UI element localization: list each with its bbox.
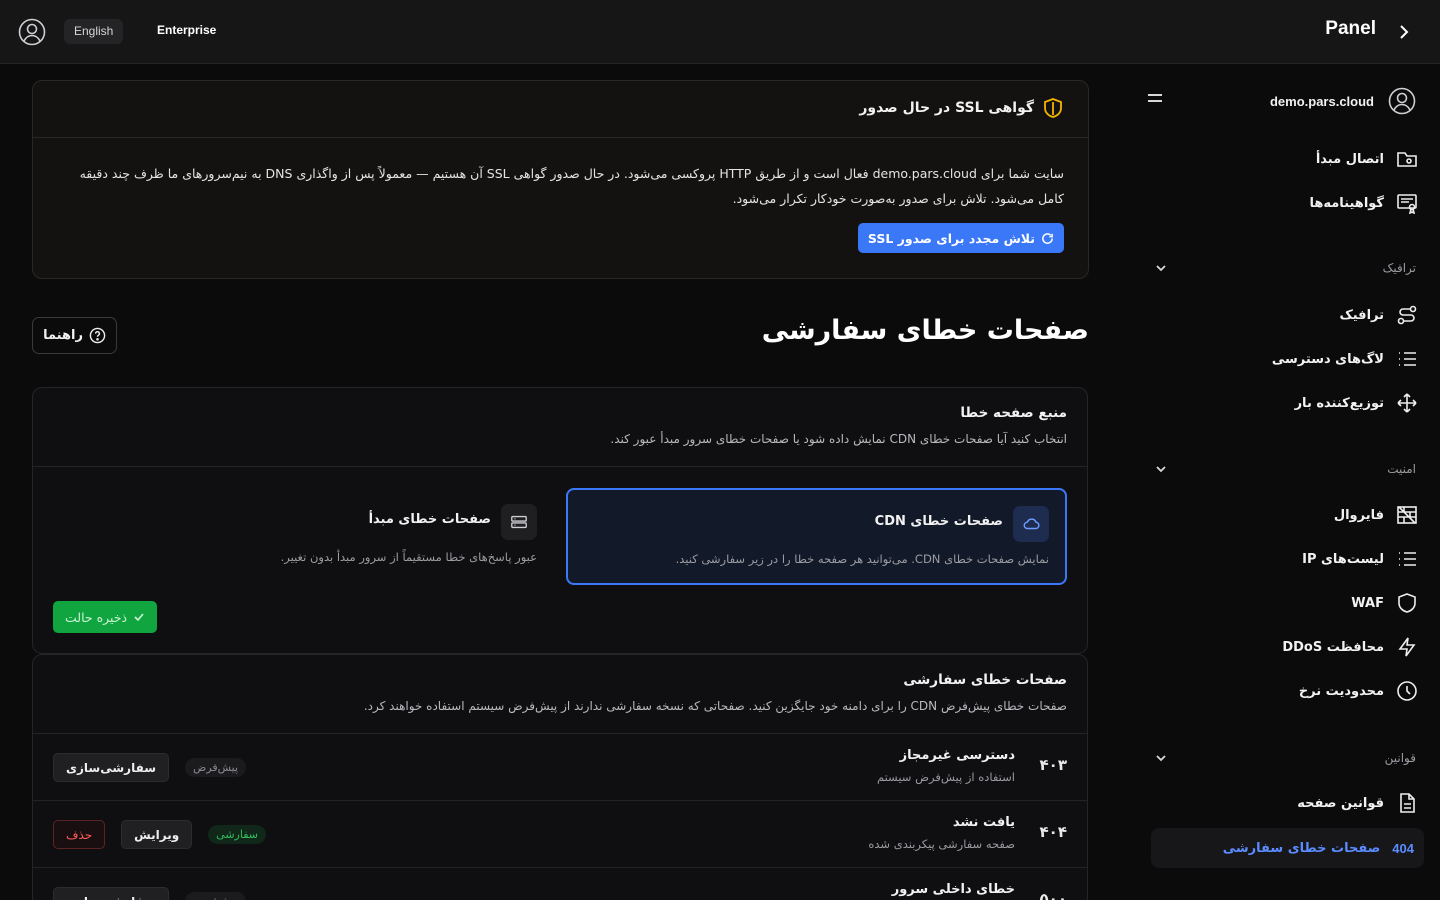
option-cdn-error-pages[interactable]: صفحات خطای CDN نمایش صفحات خطای CDN. می‌… — [566, 488, 1067, 585]
sidebar: demo.pars.cloud اتصال مبدأ گواهینامه‌ها … — [1140, 65, 1440, 900]
error-status: استفاده از پیش‌فرض سیستم — [876, 770, 1015, 784]
bolt-icon — [1398, 637, 1416, 657]
firewall-icon — [1397, 506, 1417, 524]
list-icon — [1399, 352, 1416, 366]
error-code-icon: 404 — [1392, 840, 1414, 856]
customize-button[interactable]: سفارشی‌سازی — [53, 887, 170, 900]
error-code: ۵۰۰ — [1039, 890, 1067, 900]
shield-icon — [1398, 593, 1416, 613]
user-circle-icon — [1388, 87, 1416, 115]
page-title: صفحات خطای سفارشی — [761, 315, 1089, 346]
card-title: صفحات خطای سفارشی — [903, 672, 1067, 688]
chevron-down-icon — [1156, 755, 1166, 762]
sidebar-item-traffic[interactable]: ترافیک — [1339, 301, 1418, 329]
language-switch[interactable]: English — [64, 19, 124, 44]
row-actions: حذف ویرایش سفارشی — [53, 820, 267, 849]
user-account-icon[interactable] — [18, 18, 46, 46]
sidebar-item-rate-limit[interactable]: محدودیت نرخ — [1299, 677, 1418, 705]
status-badge: پیش‌فرض — [185, 892, 247, 900]
server-icon — [501, 504, 537, 540]
row-actions: سفارشی‌سازی پیش‌فرض — [53, 753, 247, 782]
route-icon — [1397, 305, 1417, 325]
error-name: یافت نشد — [952, 815, 1015, 830]
check-icon — [134, 613, 144, 622]
chevron-down-icon — [1156, 265, 1166, 272]
sidebar-item-firewall[interactable]: فایروال — [1334, 501, 1418, 529]
sidebar-section-rules[interactable]: قوانین — [1154, 751, 1416, 765]
certificate-icon — [1397, 194, 1417, 214]
domain-selector[interactable]: demo.pars.cloud — [1270, 87, 1416, 115]
folder-link-icon — [1397, 152, 1417, 167]
error-name: خطای داخلی سرور — [891, 882, 1015, 897]
clock-icon — [1397, 681, 1417, 701]
refresh-icon — [1042, 232, 1053, 244]
edit-button[interactable]: ویرایش — [121, 820, 193, 849]
sidebar-item-custom-error-pages[interactable]: 404 صفحات خطای سفارشی — [1151, 828, 1424, 868]
ssl-notice-title: گواهی SSL در حال صدور — [859, 100, 1034, 116]
retry-ssl-button[interactable]: تلاش مجدد برای صدور SSL — [857, 223, 1064, 253]
domain-name: demo.pars.cloud — [1269, 93, 1374, 109]
shield-icon — [1044, 98, 1062, 118]
error-status: صفحه سفارشی پیکربندی شده — [868, 837, 1015, 851]
status-badge: پیش‌فرض — [185, 758, 247, 777]
custom-error-pages-card: صفحات خطای سفارشی صفحات خطای پیش‌فرض CDN… — [32, 654, 1088, 900]
sidebar-item-access-logs[interactable]: لاگ‌های دسترسی — [1272, 345, 1418, 373]
error-code: ۴۰۴ — [1039, 823, 1067, 841]
row-actions: سفارشی‌سازی پیش‌فرض — [53, 887, 247, 900]
load-balancer-icon — [1397, 393, 1417, 413]
sidebar-item-waf[interactable]: WAF — [1351, 589, 1418, 617]
sidebar-item-ip-lists[interactable]: لیست‌های IP — [1302, 545, 1418, 573]
ssl-notice-header: گواهی SSL در حال صدور — [859, 97, 1064, 119]
customize-button[interactable]: سفارشی‌سازی — [53, 753, 170, 782]
top-bar: English Enterprise Panel — [0, 0, 1440, 64]
cloud-icon — [1013, 506, 1049, 542]
document-icon — [1400, 793, 1415, 813]
table-row: ۴۰۴ یافت نشد صفحه سفارشی پیکربندی شده حذ… — [33, 800, 1087, 867]
table-row: ۵۰۰ خطای داخلی سرور سفارشی‌سازی پیش‌فرض — [33, 867, 1087, 900]
sidebar-item-origin[interactable]: اتصال مبدأ — [1316, 145, 1418, 173]
divider — [33, 466, 1087, 467]
sidebar-section-traffic[interactable]: ترافیک — [1154, 261, 1416, 275]
card-subtitle: صفحات خطای پیش‌فرض CDN را برای دامنه خود… — [363, 699, 1067, 713]
help-circle-icon — [89, 327, 106, 344]
brand-title[interactable]: Panel — [1325, 18, 1376, 40]
ssl-notice-card: گواهی SSL در حال صدور سایت شما برای demo… — [32, 80, 1089, 279]
list-icon — [1399, 552, 1416, 566]
help-button[interactable]: راهنما — [32, 317, 117, 354]
menu-toggle-icon[interactable] — [1146, 91, 1164, 105]
sidebar-section-security[interactable]: امنیت — [1154, 462, 1416, 476]
sidebar-item-certificates[interactable]: گواهینامه‌ها — [1309, 189, 1418, 217]
option-origin-error-pages[interactable]: صفحات خطای مبدأ عبور پاسخ‌های خطا مستقیم… — [53, 488, 537, 585]
error-code: ۴۰۳ — [1039, 756, 1067, 774]
sidebar-item-load-balancer[interactable]: توزیع‌کننده بار — [1295, 389, 1418, 417]
ssl-notice-body: سایت شما برای demo.pars.cloud فعال است و… — [79, 166, 1064, 206]
table-row: ۴۰۳ دسترسی غیرمجاز استفاده از پیش‌فرض سی… — [33, 733, 1087, 800]
status-badge: سفارشی — [208, 825, 267, 844]
sidebar-item-page-rules[interactable]: قوانین صفحه — [1297, 789, 1418, 817]
main-content: گواهی SSL در حال صدور سایت شما برای demo… — [32, 65, 1089, 900]
plan-label: Enterprise — [157, 23, 217, 37]
card-title: منبع صفحه خطا — [960, 405, 1067, 421]
divider — [33, 137, 1088, 138]
card-subtitle: انتخاب کنید آیا صفحات خطای CDN نمایش داد… — [610, 432, 1067, 446]
chevron-down-icon — [1156, 466, 1166, 473]
chevron-right-icon[interactable] — [1392, 20, 1416, 44]
sidebar-item-ddos[interactable]: محافظت DDoS — [1282, 633, 1418, 661]
error-name: دسترسی غیرمجاز — [899, 748, 1015, 763]
save-mode-button[interactable]: ذخیره حالت — [53, 601, 158, 633]
error-source-card: منبع صفحه خطا انتخاب کنید آیا صفحات خطای… — [32, 387, 1088, 654]
delete-button[interactable]: حذف — [53, 820, 106, 849]
